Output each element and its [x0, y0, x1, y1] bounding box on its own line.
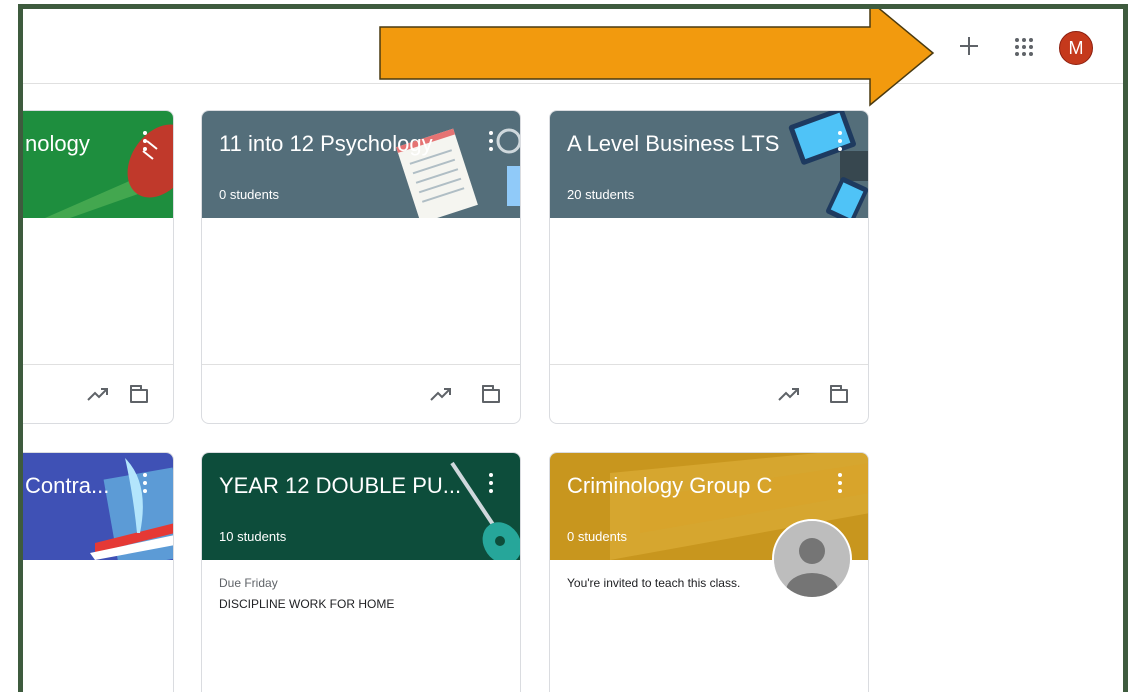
- student-count: 0 students: [567, 529, 627, 544]
- more-options-icon[interactable]: [142, 473, 148, 493]
- class-card-footer: [550, 364, 868, 423]
- folder-icon[interactable]: [482, 385, 500, 403]
- flag-quill-illustration-icon: [90, 458, 173, 560]
- class-card[interactable]: A Level Business LTS 20 students: [549, 110, 869, 424]
- class-title[interactable]: Criminology Group C: [567, 473, 772, 499]
- class-card-header[interactable]: nology: [23, 111, 173, 218]
- student-count: 0 students: [219, 187, 279, 202]
- assignment-link[interactable]: DISCIPLINE WORK FOR HOME: [219, 597, 394, 611]
- class-card-header[interactable]: YEAR 12 DOUBLE PU... 10 students: [202, 453, 520, 560]
- class-title[interactable]: YEAR 12 DOUBLE PU...: [219, 473, 461, 499]
- class-title[interactable]: nology: [25, 131, 90, 157]
- teacher-avatar-icon: [772, 519, 852, 599]
- class-card-header[interactable]: 11 into 12 Psychology 0 students: [202, 111, 520, 218]
- class-title[interactable]: Contra...: [25, 473, 109, 499]
- student-count: 20 students: [567, 187, 635, 202]
- more-options-icon[interactable]: [488, 473, 494, 493]
- folder-icon[interactable]: [130, 385, 148, 403]
- due-label: Due Friday: [219, 576, 278, 590]
- class-card-footer: [202, 364, 520, 423]
- trending-icon[interactable]: [778, 387, 800, 401]
- classroom-screen: M nology 11 into 12 Psychology 0 student…: [18, 4, 1128, 692]
- invite-text: You're invited to teach this class.: [567, 576, 741, 590]
- football-illustration-icon: [45, 124, 173, 218]
- apps-grid-icon[interactable]: [1013, 36, 1033, 56]
- class-card-footer: [23, 364, 173, 423]
- more-options-icon[interactable]: [837, 131, 843, 151]
- class-title[interactable]: 11 into 12 Psychology: [219, 131, 433, 157]
- class-card[interactable]: nology: [23, 110, 174, 424]
- avatar[interactable]: M: [1059, 31, 1093, 65]
- class-card-header[interactable]: A Level Business LTS 20 students: [550, 111, 868, 218]
- more-options-icon[interactable]: [488, 131, 494, 151]
- trending-icon[interactable]: [87, 387, 109, 401]
- student-count: 10 students: [219, 529, 287, 544]
- more-options-icon[interactable]: [142, 131, 148, 151]
- plus-icon[interactable]: [955, 32, 983, 60]
- class-title[interactable]: A Level Business LTS: [567, 131, 779, 157]
- trending-icon[interactable]: [430, 387, 452, 401]
- more-options-icon[interactable]: [837, 473, 843, 493]
- class-card[interactable]: YEAR 12 DOUBLE PU... 10 students Due Fri…: [201, 452, 521, 692]
- class-card[interactable]: 11 into 12 Psychology 0 students: [201, 110, 521, 424]
- class-card-header[interactable]: Contra...: [23, 453, 173, 560]
- folder-icon[interactable]: [830, 385, 848, 403]
- annotation-arrow: [379, 9, 935, 107]
- class-card[interactable]: Contra...: [23, 452, 174, 692]
- class-card[interactable]: Criminology Group C 0 students You're in…: [549, 452, 869, 692]
